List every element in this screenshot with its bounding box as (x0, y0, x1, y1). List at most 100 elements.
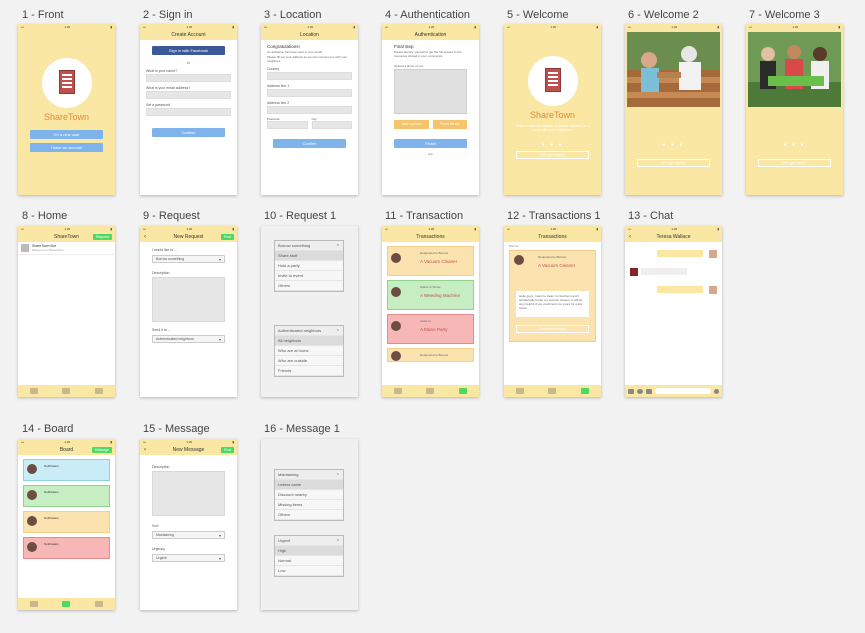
picker-option[interactable]: Urgent (275, 536, 343, 547)
picker-option[interactable]: Hold a party (275, 261, 343, 271)
address-line-1-field[interactable] (267, 89, 352, 97)
picker-option[interactable]: Normal (275, 556, 343, 566)
confirm-button[interactable]: Confirm (152, 128, 225, 137)
chat-bubble-out (657, 250, 703, 257)
get-started-button[interactable]: Let's get started (758, 159, 831, 167)
urgency-select[interactable]: Urgent (152, 554, 225, 562)
welcome-text: Share a vacuum cleaner, a broken hammer … (515, 124, 590, 132)
page-title: New Message (172, 447, 205, 453)
picker-option[interactable]: Maintaining (275, 470, 343, 481)
urgency-picker[interactable]: Urgent High Normal Low (274, 535, 344, 577)
request-type-select[interactable]: Borrow something (152, 255, 225, 263)
send-icon[interactable] (714, 388, 719, 394)
request-type-picker[interactable]: Borrow something Share stuff Hold a part… (274, 240, 344, 292)
board-tab-icon[interactable] (426, 388, 435, 394)
picker-option[interactable]: High (275, 546, 343, 556)
board-tab-icon[interactable] (62, 388, 71, 394)
board-card[interactable]: Notification (23, 459, 110, 481)
city-field[interactable] (311, 121, 352, 129)
board-card[interactable]: Notification (23, 511, 110, 533)
board-card[interactable]: Notification (23, 537, 110, 559)
picker-option[interactable]: All neighbors (275, 336, 343, 346)
description-textarea[interactable] (152, 471, 225, 516)
avatar (27, 464, 37, 474)
recipients-select[interactable]: Authenticated neighbors (152, 335, 225, 343)
attach-icon[interactable] (646, 388, 652, 394)
message-button[interactable]: Message (91, 447, 112, 453)
transactions-tab-icon[interactable] (94, 601, 103, 607)
tab-bar (382, 385, 479, 397)
photo-library-button[interactable]: Photo library (432, 120, 467, 129)
recipients-picker[interactable]: Authenticated neighbors All neighbors Wh… (274, 325, 344, 377)
picker-option[interactable]: Low (275, 566, 343, 576)
take-photo-button[interactable]: Take a photo (394, 120, 429, 129)
finish-button[interactable]: Finish (394, 139, 467, 148)
description-textarea[interactable] (152, 277, 225, 322)
card-title: A Vacuum Cleaner (538, 263, 576, 268)
transactions-tab-icon[interactable] (580, 388, 589, 394)
back-icon[interactable]: ‹ (144, 232, 146, 242)
back-icon[interactable]: ‹ (629, 232, 631, 242)
name-field[interactable] (146, 74, 231, 82)
chat-bubble-in (641, 268, 687, 275)
have-account-button[interactable]: I have an account (30, 143, 103, 152)
list-item[interactable]: ShareTown Bot Welcome to ShareTown (18, 242, 115, 255)
transaction-card[interactable]: Invite to A Music Party (387, 314, 474, 344)
send-message-button[interactable]: Send a message (516, 325, 589, 333)
picker-option[interactable]: Discount nearby (275, 490, 343, 500)
neighbors-photo (627, 32, 720, 107)
avatar (630, 268, 638, 276)
picker-option[interactable]: Authenticated neighbors (275, 326, 343, 337)
artboard-request: ••• 1:20 ▮ ‹ New Request Post I would like t… (140, 226, 237, 397)
picker-option[interactable]: Who are at home (275, 346, 343, 356)
get-started-button[interactable]: Let's get started (637, 159, 710, 167)
transactions-tab-icon[interactable] (458, 388, 467, 394)
country-field[interactable] (267, 72, 352, 80)
picker-option[interactable]: Missing items (275, 500, 343, 510)
picker-option[interactable]: Friends (275, 366, 343, 376)
picker-option[interactable]: Others (275, 281, 343, 291)
camera-icon[interactable] (628, 388, 634, 394)
transactions-tab-icon[interactable] (94, 388, 103, 394)
post-button[interactable]: Post (220, 447, 234, 453)
skip-link[interactable]: skip (382, 152, 479, 156)
picker-option[interactable]: Who are outside (275, 356, 343, 366)
picker-option[interactable]: Others (275, 510, 343, 520)
picker-option[interactable]: Invite to event (275, 271, 343, 281)
message-input[interactable] (655, 388, 711, 394)
picker-option[interactable]: Share stuff (275, 251, 343, 261)
artboard-welcome-2: ••• 1:20 ▮ ● ● ● Let's get started (625, 24, 722, 195)
confirm-button[interactable]: Confirm (273, 139, 346, 148)
picker-option[interactable]: Letters came (275, 480, 343, 490)
picker-option[interactable]: Borrow something (275, 241, 343, 252)
password-field[interactable] (146, 108, 231, 116)
home-tab-icon[interactable] (30, 388, 39, 394)
new-user-button[interactable]: I'm a new user (30, 130, 103, 139)
transaction-card[interactable]: Requested to Borrow (387, 348, 474, 362)
back-icon[interactable]: ‹ (144, 445, 146, 455)
board-tab-icon[interactable] (548, 388, 557, 394)
facebook-signin-button[interactable]: Sign in with Facebook (152, 46, 225, 55)
email-field[interactable] (146, 91, 231, 99)
final-step-heading: Final step (394, 44, 414, 49)
post-button[interactable]: Post (220, 234, 234, 240)
postcode-field[interactable] (267, 121, 308, 129)
page-title: New Request (173, 234, 204, 240)
transaction-card[interactable]: Wants to Share A Weeding Machine (387, 280, 474, 310)
home-tab-icon[interactable] (394, 388, 403, 394)
nav-bar: Board Message (18, 445, 115, 455)
sharetown-logo (41, 58, 92, 108)
transaction-card[interactable]: Requested to Borrow A Vacuum Cleaner (387, 246, 474, 276)
board-card[interactable]: Notification (23, 485, 110, 507)
board-tab-icon[interactable] (62, 601, 71, 607)
request-button[interactable]: Request (92, 234, 112, 240)
home-tab-icon[interactable] (30, 601, 39, 607)
sort-select[interactable]: Maintaining (152, 531, 225, 539)
home-tab-icon[interactable] (516, 388, 525, 394)
address-line-2-field[interactable] (267, 106, 352, 114)
emoji-icon[interactable] (637, 388, 643, 394)
artboard-label-home: 8 - Home (22, 210, 68, 222)
card-subtitle: Requested to Borrow (420, 251, 449, 255)
sort-picker[interactable]: Maintaining Letters came Discount nearby… (274, 469, 344, 521)
get-started-button[interactable]: Let's get started (516, 151, 589, 159)
